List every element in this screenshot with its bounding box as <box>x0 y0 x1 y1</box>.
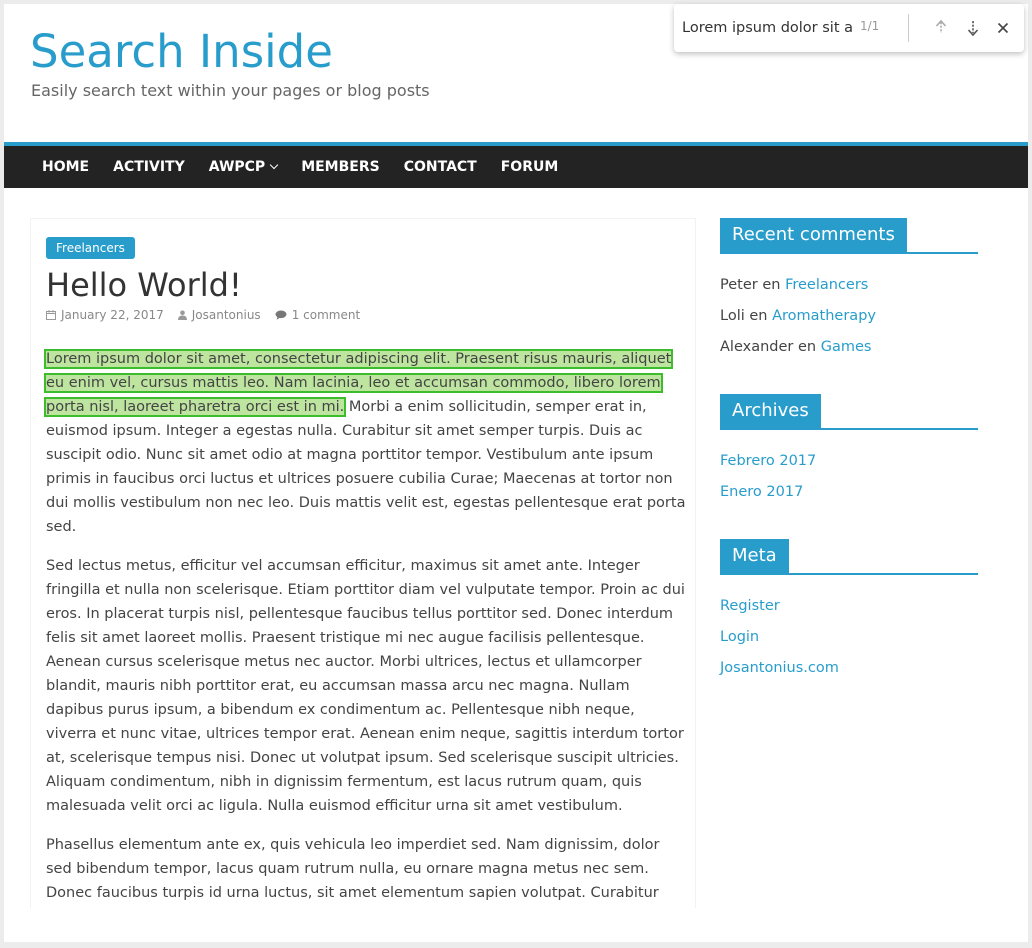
divider <box>908 14 909 42</box>
comment-author: Peter <box>720 277 758 293</box>
widget-title: Archives <box>720 394 978 430</box>
widget-title: Meta <box>720 539 978 575</box>
website-link[interactable]: Josantonius.com <box>720 660 839 676</box>
list-item: Register <box>720 595 978 617</box>
paragraph-text: Morbi a enim sollicitudin, semper erat i… <box>46 399 686 535</box>
category-badge[interactable]: Freelancers <box>46 237 135 259</box>
comment-post-link[interactable]: Games <box>821 339 872 355</box>
sidebar: Recent comments Peter en Freelancers Lol… <box>720 218 978 715</box>
register-link[interactable]: Register <box>720 598 780 614</box>
comment-icon <box>275 310 287 320</box>
comment-author: Loli <box>720 308 745 324</box>
widget-title-text: Archives <box>720 394 821 428</box>
user-icon <box>177 310 187 320</box>
comment-separator: en <box>744 308 773 324</box>
archive-link[interactable]: Febrero 2017 <box>720 453 816 469</box>
close-icon <box>997 22 1009 34</box>
site-description: Easily search text within your pages or … <box>31 81 430 100</box>
post-date[interactable]: January 22, 2017 <box>46 308 164 322</box>
find-in-page-bar: 1/1 <box>674 4 1024 52</box>
post-meta: January 22, 2017 Josantonius 1 comment <box>46 308 374 322</box>
list-item: Enero 2017 <box>720 481 978 503</box>
list-item: Febrero 2017 <box>720 450 978 472</box>
list-item: Login <box>720 626 978 648</box>
widget-title: Recent comments <box>720 218 978 254</box>
widget-meta: Meta Register Login Josantonius.com <box>720 539 978 679</box>
nav-item-contact[interactable]: CONTACT <box>392 146 489 188</box>
comment-separator: en <box>757 277 786 293</box>
find-match-count: 1/1 <box>860 19 880 33</box>
find-previous-button[interactable] <box>929 16 953 40</box>
nav-item-members[interactable]: MEMBERS <box>289 146 392 188</box>
find-close-button[interactable] <box>991 16 1015 40</box>
paragraph: Lorem ipsum dolor sit amet, consectetur … <box>43 347 686 539</box>
nav-item-label: MEMBERS <box>301 159 380 175</box>
widget-recent-comments: Recent comments Peter en Freelancers Lol… <box>720 218 978 358</box>
post-author-text: Josantonius <box>191 308 261 322</box>
arrow-up-icon <box>935 19 947 33</box>
post-comments[interactable]: 1 comment <box>275 308 360 322</box>
calendar-icon <box>46 310 56 320</box>
paragraph: Phasellus elementum ante ex, quis vehicu… <box>46 837 660 901</box>
site-title[interactable]: Search Inside <box>30 24 333 80</box>
find-next-button[interactable] <box>961 16 985 40</box>
nav-item-label: ACTIVITY <box>113 159 185 175</box>
post-date-text: January 22, 2017 <box>61 308 164 322</box>
nav-item-home[interactable]: HOME <box>30 146 101 188</box>
comment-post-link[interactable]: Freelancers <box>785 277 868 293</box>
post-comments-text: 1 comment <box>291 308 361 322</box>
nav-item-label: HOME <box>42 159 90 175</box>
arrow-down-icon <box>967 21 979 37</box>
main-navigation: HOME ACTIVITY AWPCP MEMBERS CONTACT FORU… <box>4 142 1028 188</box>
nav-item-awpcp[interactable]: AWPCP <box>197 146 289 188</box>
widget-archives: Archives Febrero 2017 Enero 2017 <box>720 394 978 503</box>
nav-item-activity[interactable]: ACTIVITY <box>101 146 197 188</box>
nav-item-label: FORUM <box>500 159 559 175</box>
post-author[interactable]: Josantonius <box>177 308 261 322</box>
comment-separator: en <box>793 339 821 355</box>
post-article: Freelancers Hello World! January 22, 201… <box>30 218 696 908</box>
nav-item-label: AWPCP <box>208 159 266 175</box>
paragraph: Sed lectus metus, efficitur vel accumsan… <box>46 558 685 814</box>
post-content: Lorem ipsum dolor sit amet, consectetur … <box>43 347 686 908</box>
widget-title-text: Recent comments <box>720 218 907 252</box>
login-link[interactable]: Login <box>720 629 759 645</box>
list-item: Alexander en Games <box>720 336 978 358</box>
comment-post-link[interactable]: Aromatherapy <box>772 308 876 324</box>
comment-author: Alexander <box>720 339 794 355</box>
nav-item-label: CONTACT <box>403 159 477 175</box>
list-item: Josantonius.com <box>720 657 978 679</box>
nav-item-forum[interactable]: FORUM <box>489 146 571 188</box>
find-input[interactable] <box>682 16 852 40</box>
widget-title-text: Meta <box>720 539 789 573</box>
list-item: Loli en Aromatherapy <box>720 305 978 327</box>
post-title: Hello World! <box>46 266 242 304</box>
chevron-down-icon <box>269 160 279 170</box>
list-item: Peter en Freelancers <box>720 274 978 296</box>
page: Search Inside Easily search text within … <box>4 4 1028 942</box>
archive-link[interactable]: Enero 2017 <box>720 484 803 500</box>
